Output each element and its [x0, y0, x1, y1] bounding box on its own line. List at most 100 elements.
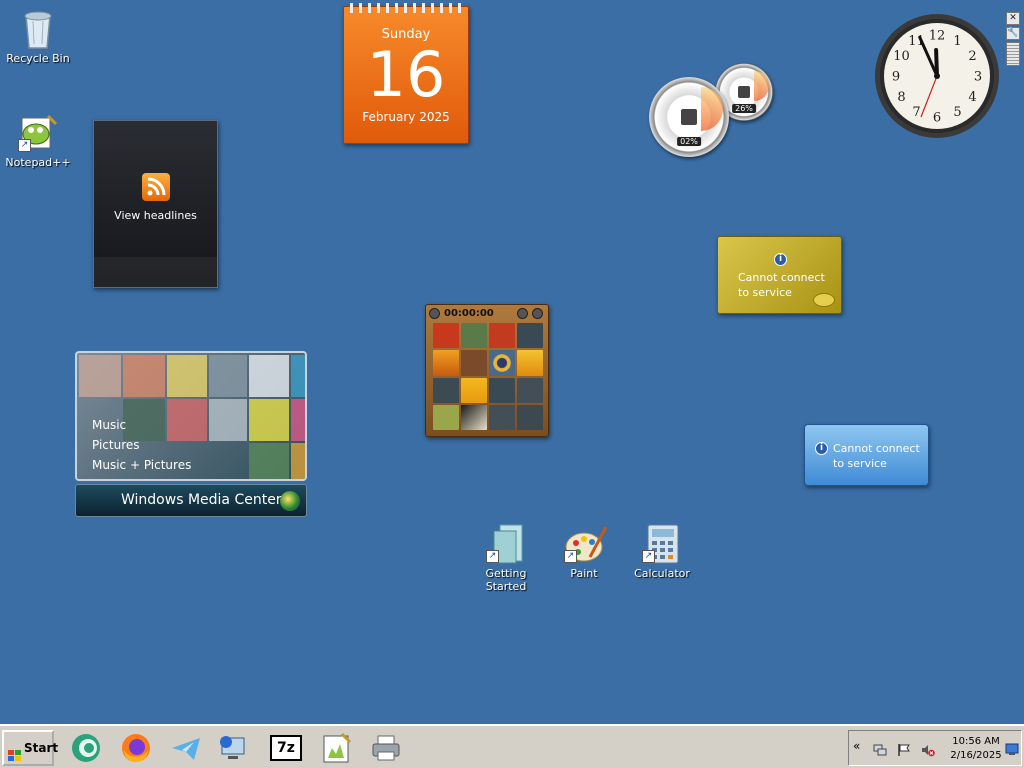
cpu-gauge: 02%: [649, 77, 729, 157]
media-menu-item-pictures[interactable]: Pictures: [92, 435, 191, 455]
puzzle-tile[interactable]: [517, 350, 543, 376]
desktop-icon-label: Calculator: [634, 567, 690, 580]
currency-error-message: Cannot connect to service: [738, 270, 825, 300]
media-center-gadget[interactable]: Music Pictures Music + Pictures Windows …: [75, 351, 307, 517]
firefox-icon[interactable]: [120, 732, 152, 764]
system-tray: « 10:56 AM 2/16/2025: [848, 730, 1022, 766]
media-menu-item-music[interactable]: Music: [92, 415, 191, 435]
calendar-month-year: February 2025: [362, 110, 450, 124]
puzzle-help-icon[interactable]: [517, 308, 528, 319]
puzzle-tile[interactable]: [517, 404, 543, 430]
media-center-menu: Music Pictures Music + Pictures: [92, 415, 191, 475]
memory-usage-readout: 26%: [732, 103, 756, 113]
start-button[interactable]: Start: [2, 730, 58, 766]
gadget-drag-handle[interactable]: [1006, 42, 1020, 66]
recycle-bin-icon: [18, 8, 58, 49]
currency-error-line2: to service: [738, 286, 792, 299]
clock-numeral: 12: [929, 29, 946, 44]
show-desktop-icon[interactable]: [1005, 741, 1019, 755]
puzzle-tile[interactable]: [517, 323, 543, 349]
clock-numeral: 3: [974, 70, 982, 85]
clock-numeral: 9: [892, 70, 900, 85]
weather-error-message: Cannot connect to service: [833, 441, 920, 471]
taskbar: Start 7z « 10:56 AM 2/16/2025: [0, 724, 1024, 768]
puzzle-tile[interactable]: [489, 404, 515, 430]
puzzle-tile[interactable]: [433, 404, 459, 430]
media-center-brand-bar[interactable]: Windows Media Center: [75, 484, 307, 517]
media-menu-item-music-pictures[interactable]: Music + Pictures: [92, 455, 191, 475]
media-tile: [249, 443, 289, 479]
desktop-icon-label: Notepad++: [5, 156, 71, 169]
puzzle-board: [433, 323, 543, 430]
7zip-icon[interactable]: 7z: [270, 732, 302, 764]
currency-error-line1: Cannot connect: [738, 271, 825, 284]
start-label: Start: [24, 741, 59, 755]
gadget-options-button[interactable]: 🔧: [1006, 27, 1020, 40]
clock-numeral: 5: [953, 105, 961, 120]
desktop-icon-calculator[interactable]: ↗ Calculator: [622, 523, 702, 580]
shortcut-arrow-icon: ↗: [486, 550, 499, 563]
clock-numeral: 8: [897, 90, 905, 105]
puzzle-shuffle-icon[interactable]: [532, 308, 543, 319]
media-tile-grid: Music Pictures Music + Pictures: [75, 351, 307, 481]
calendar-day: 16: [366, 38, 446, 111]
weather-gadget[interactable]: i Cannot connect to service: [804, 424, 929, 486]
coin-icon: [813, 293, 835, 307]
network-icon[interactable]: [218, 732, 250, 764]
tray-expand-button[interactable]: «: [853, 739, 867, 753]
desktop-icon-notepadpp[interactable]: ↗ Notepad++: [0, 112, 78, 169]
feed-headlines-gadget[interactable]: View headlines: [93, 120, 218, 288]
puzzle-tile[interactable]: [433, 350, 459, 376]
puzzle-tile[interactable]: [461, 404, 487, 430]
puzzle-tile[interactable]: [461, 350, 487, 376]
rss-feed-icon: [141, 173, 170, 201]
calculator-icon: ↗: [642, 523, 682, 564]
picture-puzzle-gadget[interactable]: 00:00:00: [425, 304, 549, 437]
desktop-icon-paint[interactable]: ↗ Paint: [544, 523, 624, 580]
info-icon: i: [815, 442, 828, 455]
calendar-gadget[interactable]: Sunday 16 February 2025: [343, 3, 469, 144]
tray-clock-time[interactable]: 10:56 AM: [947, 736, 1005, 747]
tray-flag-icon[interactable]: [897, 742, 911, 756]
messenger-icon[interactable]: [70, 732, 102, 764]
tray-clock-date[interactable]: 2/16/2025: [947, 750, 1005, 761]
puzzle-tile[interactable]: [433, 377, 459, 403]
media-tile: [209, 399, 247, 441]
weather-error-line1: Cannot connect: [833, 442, 920, 455]
puzzle-tile[interactable]: [461, 377, 487, 403]
puzzle-tile[interactable]: [489, 350, 515, 376]
cpu-chip-icon: [681, 109, 697, 125]
media-tile: [209, 355, 247, 397]
puzzle-tile[interactable]: [461, 323, 487, 349]
puzzle-tile[interactable]: [489, 323, 515, 349]
tray-network-icon[interactable]: [873, 742, 887, 756]
media-tile: [79, 355, 121, 397]
media-tile: [249, 355, 289, 397]
gadget-close-button[interactable]: ✕: [1006, 12, 1020, 25]
clock-numeral: 1: [953, 34, 961, 49]
desktop-icon-label: Paint: [570, 567, 598, 580]
printer-icon[interactable]: [370, 732, 402, 764]
clock-gadget[interactable]: 1 2 3 4 5 6 7 8 9 10 11 12: [874, 13, 1000, 139]
puzzle-timer: 00:00:00: [444, 308, 494, 319]
clock-numeral: 7: [912, 105, 920, 120]
tray-volume-muted-icon[interactable]: [921, 742, 935, 757]
puzzle-pause-icon[interactable]: [429, 308, 440, 319]
currency-gadget[interactable]: i Cannot connect to service: [717, 236, 842, 314]
calendar-rings: [350, 3, 462, 13]
shortcut-arrow-icon: ↗: [564, 550, 577, 563]
info-icon: i: [774, 253, 787, 266]
notepadpp-taskbar-icon[interactable]: [320, 732, 352, 764]
view-headlines-link[interactable]: View headlines: [94, 209, 217, 222]
cpu-gauge-arc: [701, 87, 723, 131]
puzzle-tile[interactable]: [517, 377, 543, 403]
media-tile: [167, 355, 207, 397]
desktop-icon-getting-started[interactable]: ↗ Getting Started: [466, 523, 546, 593]
puzzle-tile[interactable]: [489, 377, 515, 403]
paint-palette-icon: ↗: [564, 523, 608, 563]
telegram-icon[interactable]: [170, 732, 202, 764]
desktop-icon-recycle-bin[interactable]: Recycle Bin: [0, 8, 78, 65]
getting-started-icon: ↗: [486, 523, 526, 564]
puzzle-tile[interactable]: [433, 323, 459, 349]
cpu-meter-gadget[interactable]: 26% 02%: [649, 63, 773, 157]
